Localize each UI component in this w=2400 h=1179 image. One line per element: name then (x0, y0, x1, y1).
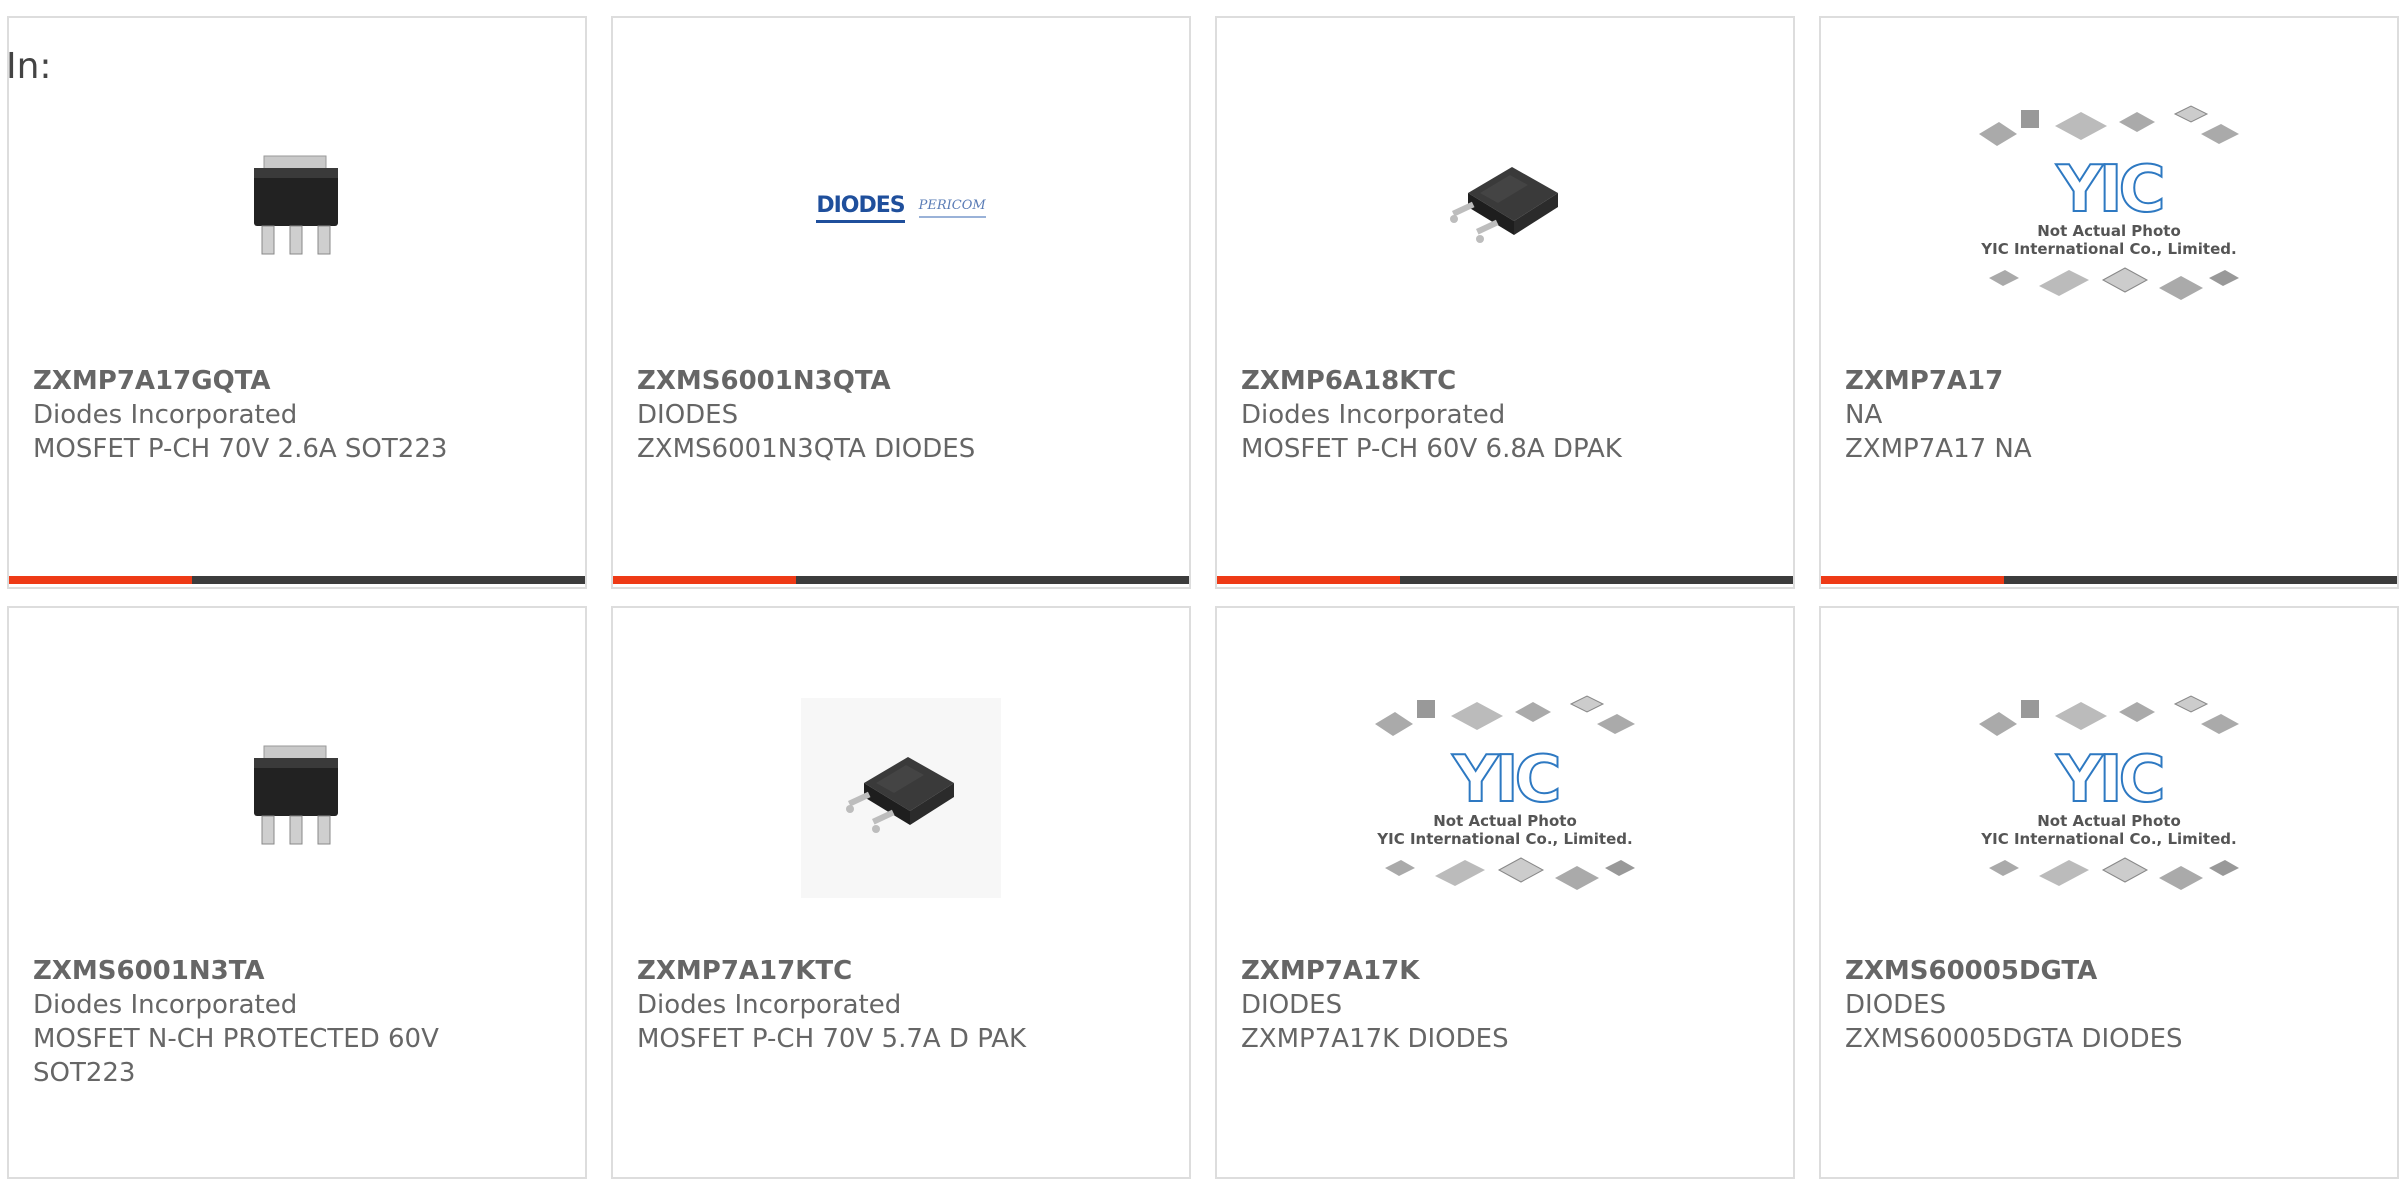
manufacturer: DIODES (1241, 990, 1343, 1020)
product-card[interactable]: DIODES PERICOM ZXMS6001N3QTA DIODES ZXMS… (611, 16, 1191, 589)
part-number[interactable]: ZXMS60005DGTA (1845, 954, 2373, 988)
part-number[interactable]: ZXMP7A17KTC (637, 954, 1165, 988)
dpak-package-icon (846, 757, 954, 833)
pericom-logo-text: PERICOM (918, 198, 986, 218)
yic-logo: YIC (2055, 153, 2166, 227)
product-image[interactable]: YIC Not Actual Photo YIC International C… (1821, 58, 2397, 358)
manufacturer: Diodes Incorporated (637, 990, 902, 1020)
manufacturer: Diodes Incorporated (33, 400, 298, 430)
manufacturer: Diodes Incorporated (1241, 400, 1506, 430)
card-bar (1217, 576, 1793, 584)
product-image[interactable]: YIC Not Actual Photo YIC International C… (1821, 648, 2397, 948)
description: ZXMP7A17K DIODES (1241, 1024, 1509, 1054)
card-bar (9, 576, 585, 584)
chip-packages-icon (1979, 695, 2239, 736)
dpak-photo-frame (801, 698, 1001, 898)
product-card[interactable]: ZXMP7A17GQTA Diodes Incorporated MOSFET … (7, 16, 587, 589)
diodes-logo: DIODES PERICOM (816, 193, 986, 223)
chip-packages-icon (1989, 857, 2239, 890)
product-image[interactable] (1217, 58, 1793, 358)
description: ZXMS6001N3QTA DIODES (637, 434, 976, 464)
description: MOSFET P-CH 70V 2.6A SOT223 (33, 434, 448, 464)
part-number[interactable]: ZXMP7A17 (1845, 364, 2373, 398)
chip-packages-icon (1989, 267, 2239, 300)
card-bar (1821, 576, 2397, 584)
yic-company-text: YIC International Co., Limited. (1981, 240, 2237, 258)
part-number[interactable]: ZXMP7A17GQTA (33, 364, 561, 398)
product-image[interactable] (9, 648, 585, 948)
card-bar-accent (613, 576, 796, 584)
yic-company-text: YIC International Co., Limited. (1377, 830, 1633, 848)
sot223-package-icon (254, 155, 338, 255)
part-number[interactable]: ZXMP7A17K (1241, 954, 1769, 988)
yic-placeholder-image: YIC Not Actual Photo YIC International C… (1365, 694, 1645, 902)
product-card[interactable]: ZXMP6A18KTC Diodes Incorporated MOSFET P… (1215, 16, 1795, 589)
product-image[interactable]: YIC Not Actual Photo YIC International C… (1217, 648, 1793, 948)
product-card[interactable]: YIC Not Actual Photo YIC International C… (1819, 606, 2399, 1179)
part-number[interactable]: ZXMS6001N3QTA (637, 364, 1165, 398)
page-label: In: (6, 46, 52, 87)
part-number[interactable]: ZXMS6001N3TA (33, 954, 561, 988)
yic-logo: YIC (1451, 743, 1562, 817)
product-image[interactable] (613, 648, 1189, 948)
part-number[interactable]: ZXMP6A18KTC (1241, 364, 1769, 398)
sot223-package-icon (254, 745, 338, 845)
description: MOSFET P-CH 70V 5.7A D PAK (637, 1024, 1027, 1054)
not-actual-photo-text: Not Actual Photo (2037, 222, 2181, 240)
dpak-package-icon (1450, 167, 1558, 243)
card-bar-accent (1217, 576, 1400, 584)
chip-packages-icon (1375, 695, 1635, 736)
product-image[interactable]: DIODES PERICOM (613, 58, 1189, 358)
card-bar-accent (9, 576, 192, 584)
chip-packages-icon (1979, 105, 2239, 146)
manufacturer: DIODES (637, 400, 739, 430)
product-image[interactable] (9, 58, 585, 358)
card-bar-accent (1821, 576, 2004, 584)
yic-company-text: YIC International Co., Limited. (1981, 830, 2237, 848)
product-card[interactable]: YIC Not Actual Photo YIC International C… (1215, 606, 1795, 1179)
description: MOSFET P-CH 60V 6.8A DPAK (1241, 434, 1622, 464)
product-card[interactable]: ZXMP7A17KTC Diodes Incorporated MOSFET P… (611, 606, 1191, 1179)
chip-packages-icon (1385, 857, 1635, 890)
product-card[interactable]: YIC Not Actual Photo YIC International C… (1819, 16, 2399, 589)
not-actual-photo-text: Not Actual Photo (2037, 812, 2181, 830)
yic-logo: YIC (2055, 743, 2166, 817)
card-bar (613, 576, 1189, 584)
yic-placeholder-image: YIC Not Actual Photo YIC International C… (1969, 694, 2249, 902)
diodes-logo-text: DIODES (816, 193, 906, 223)
not-actual-photo-text: Not Actual Photo (1433, 812, 1577, 830)
description: ZXMS60005DGTA DIODES (1845, 1024, 2183, 1054)
description: ZXMP7A17 NA (1845, 434, 2032, 464)
manufacturer: NA (1845, 400, 1883, 430)
description: MOSFET N-CH PROTECTED 60V SOT223 (33, 1024, 439, 1088)
yic-placeholder-image: YIC Not Actual Photo YIC International C… (1969, 104, 2249, 312)
product-card[interactable]: ZXMS6001N3TA Diodes Incorporated MOSFET … (7, 606, 587, 1179)
manufacturer: Diodes Incorporated (33, 990, 298, 1020)
manufacturer: DIODES (1845, 990, 1947, 1020)
